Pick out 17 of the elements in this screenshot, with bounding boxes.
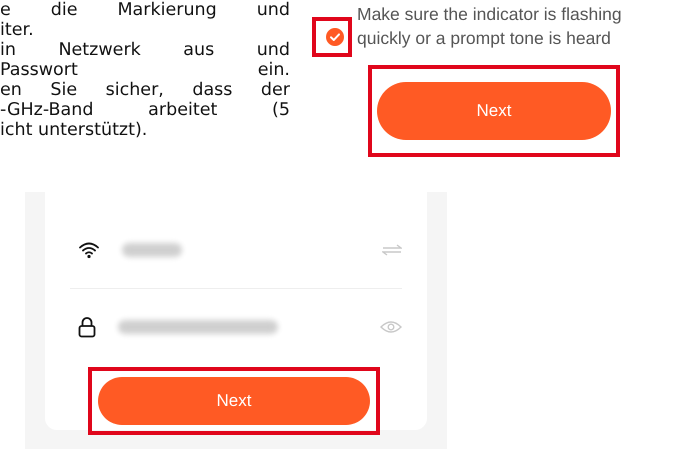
lock-icon (78, 316, 96, 338)
instruction-line: en Sie sicher, dass der (0, 80, 290, 100)
instruction-line: e die Markierung und (0, 0, 290, 20)
checkbox[interactable] (326, 28, 344, 46)
instruction-line: icht unterstützt). (0, 120, 148, 140)
instruction-line: iter. (0, 20, 35, 40)
instruction-line: -GHz-Band arbeitet (5 (0, 100, 290, 120)
instruction-line: Passwort ein. (0, 60, 290, 80)
next-button[interactable]: Next (98, 377, 370, 425)
next-button[interactable]: Next (377, 82, 611, 140)
highlight-frame (312, 17, 352, 57)
swap-arrows-icon[interactable] (382, 244, 402, 256)
blurred-network-name (122, 243, 182, 257)
confirm-label: Make sure the indicator is flashing quickly or a prompt tone is heard (357, 3, 623, 50)
instruction-line: in Netzwerk aus und (0, 40, 290, 60)
eye-icon[interactable] (380, 320, 402, 334)
wifi-icon (78, 241, 100, 259)
